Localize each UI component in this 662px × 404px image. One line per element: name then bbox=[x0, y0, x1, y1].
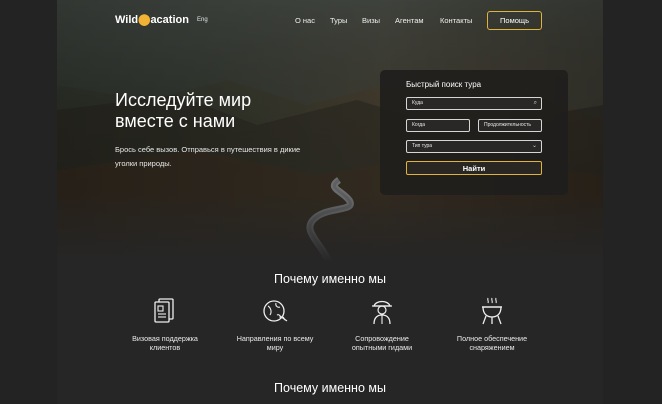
feature-label-line: миру bbox=[266, 343, 284, 352]
hero-title-line: вместе с нами bbox=[115, 111, 236, 131]
date-input[interactable]: Когда bbox=[406, 119, 470, 132]
tour-type-select[interactable]: Тип тура ⌄ bbox=[406, 140, 542, 153]
feature-label: Сопровождение опытными гидами bbox=[327, 334, 437, 352]
page: Wild⬤acation Eng О нас Туры Визы Агентам… bbox=[57, 0, 603, 404]
hero-subtitle-line: Брось себе вызов. Отправься в путешестви… bbox=[115, 145, 301, 154]
logo[interactable]: Wild⬤acation bbox=[115, 13, 189, 26]
map-pin-icon: ⬤ bbox=[138, 14, 151, 26]
second-section-title: Почему именно мы bbox=[274, 381, 386, 395]
nav-item-agents[interactable]: Агентам bbox=[395, 16, 424, 25]
search-icon: ⌕ bbox=[533, 100, 537, 106]
feature-label-line: клиентов bbox=[149, 343, 181, 352]
destination-input[interactable]: Куда ⌕ bbox=[406, 97, 542, 110]
chevron-down-icon: ⌄ bbox=[531, 143, 537, 149]
feature-label: Визовая поддержка клиентов bbox=[110, 334, 220, 352]
passport-documents-icon bbox=[154, 298, 174, 323]
hero-title: Исследуйте мир вместе с нами bbox=[115, 90, 345, 132]
date-value: Когда bbox=[412, 122, 425, 128]
duration-input[interactable]: Продолжительность bbox=[478, 119, 542, 132]
guide-explorer-icon bbox=[372, 300, 392, 325]
tour-type-value: Тип тура bbox=[412, 143, 433, 149]
site-header: Wild⬤acation Eng О нас Туры Визы Агентам… bbox=[57, 0, 603, 42]
logo-text-left: Wild bbox=[115, 14, 139, 26]
grill-equipment-icon bbox=[482, 297, 502, 325]
feature-label-line: Визовая поддержка bbox=[132, 334, 198, 343]
logo-text-right: acation bbox=[150, 14, 189, 26]
feature-label: Полное обеспечение снаряжением bbox=[437, 334, 547, 352]
help-button[interactable]: Помощь bbox=[487, 11, 542, 30]
feature-label-line: опытными гидами bbox=[351, 343, 413, 352]
feature-label-line: снаряжением bbox=[469, 343, 515, 352]
nav-item-tours[interactable]: Туры bbox=[330, 16, 347, 25]
feature-destinations: Направления по всему миру bbox=[220, 296, 330, 352]
nav-item-visas[interactable]: Визы bbox=[362, 16, 380, 25]
feature-label-line: Направления по всему bbox=[236, 334, 314, 343]
feature-label-line: Полное обеспечение bbox=[456, 334, 528, 343]
feature-label-line: Сопровождение bbox=[355, 334, 409, 343]
nav-item-contacts[interactable]: Контакты bbox=[440, 16, 472, 25]
globe-plane-icon bbox=[263, 300, 288, 322]
hero-subtitle: Брось себе вызов. Отправься в путешестви… bbox=[115, 143, 345, 171]
hero-subtitle-line: уголки природы. bbox=[115, 159, 172, 168]
why-us-title: Почему именно мы bbox=[274, 272, 386, 286]
feature-guides: Сопровождение опытными гидами bbox=[327, 296, 437, 352]
duration-value: Продолжительность bbox=[484, 122, 531, 128]
destination-value: Куда bbox=[412, 100, 423, 106]
feature-visa-support: Визовая поддержка клиентов bbox=[110, 296, 220, 352]
language-switch[interactable]: Eng bbox=[197, 17, 208, 23]
nav-item-about[interactable]: О нас bbox=[295, 16, 315, 25]
feature-equipment: Полное обеспечение снаряжением bbox=[437, 296, 547, 352]
quick-search-title: Быстрый поиск тура bbox=[406, 80, 482, 89]
hero-title-line: Исследуйте мир bbox=[115, 90, 252, 110]
feature-label: Направления по всему миру bbox=[220, 334, 330, 352]
find-button[interactable]: Найти bbox=[406, 161, 542, 175]
